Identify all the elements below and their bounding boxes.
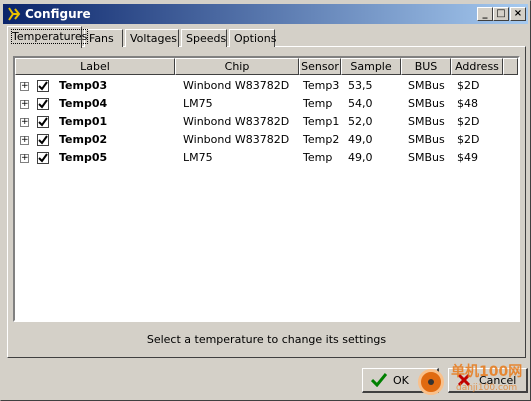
row-sample: 49,0 xyxy=(348,133,373,146)
row-checkbox[interactable] xyxy=(37,116,49,128)
ok-label: OK xyxy=(393,374,409,387)
row-label: Temp03 xyxy=(59,79,108,92)
row-checkbox[interactable] xyxy=(37,152,49,164)
checkmark-icon xyxy=(38,117,48,127)
minimize-button[interactable]: _ xyxy=(477,7,493,21)
watermark-logo-icon xyxy=(418,369,444,395)
tab-fans[interactable]: Fans xyxy=(84,29,123,47)
status-text: Select a temperature to change its setti… xyxy=(146,333,387,346)
row-sensor: Temp2 xyxy=(303,133,340,146)
row-bus: SMBus xyxy=(408,79,445,92)
row-checkbox[interactable] xyxy=(37,98,49,110)
tab-options[interactable]: Options xyxy=(229,29,276,47)
window-title: Configure xyxy=(25,7,91,21)
row-sensor: Temp1 xyxy=(303,115,340,128)
checkmark-icon xyxy=(38,135,48,145)
maximize-button[interactable]: □ xyxy=(493,7,509,21)
checkmark-icon xyxy=(38,81,48,91)
row-label: Temp05 xyxy=(59,151,108,164)
checkmark-icon xyxy=(38,99,48,109)
column-header-label[interactable]: Label xyxy=(15,58,175,75)
row-chip: Winbond W83782D xyxy=(183,79,290,92)
row-checkbox[interactable] xyxy=(37,80,49,92)
tab-speeds[interactable]: Speeds xyxy=(181,29,227,47)
checkmark-icon xyxy=(38,153,48,163)
row-sample: 54,0 xyxy=(348,97,373,110)
row-address: $49 xyxy=(457,151,478,164)
row-bus: SMBus xyxy=(408,115,445,128)
column-header-chip[interactable]: Chip xyxy=(175,58,299,75)
configure-window: Configure _ □ × Temperatures Fans Voltag… xyxy=(0,0,531,401)
column-header-sensor[interactable]: Sensor xyxy=(299,58,341,75)
column-header-filler xyxy=(503,58,518,75)
column-header-sample[interactable]: Sample xyxy=(341,58,401,75)
row-chip: Winbond W83782D xyxy=(183,115,290,128)
list-header: Label Chip Sensor Sample BUS Address xyxy=(15,58,518,75)
row-address: $2D xyxy=(457,133,480,146)
tab-strip: Temperatures Fans Voltages Speeds Option… xyxy=(7,26,527,48)
row-label: Temp02 xyxy=(59,133,108,146)
row-address: $48 xyxy=(457,97,478,110)
row-chip: LM75 xyxy=(183,97,213,110)
table-row[interactable]: + Temp02 Winbond W83782D Temp2 49,0 SMBu… xyxy=(15,131,518,149)
expand-icon[interactable]: + xyxy=(20,118,29,127)
row-chip: Winbond W83782D xyxy=(183,133,290,146)
row-sensor: Temp xyxy=(303,97,333,110)
table-row[interactable]: + Temp03 Winbond W83782D Temp3 53,5 SMBu… xyxy=(15,77,518,95)
app-icon xyxy=(8,7,21,21)
row-chip: LM75 xyxy=(183,151,213,164)
row-bus: SMBus xyxy=(408,97,445,110)
tab-temperatures[interactable]: Temperatures xyxy=(7,26,89,48)
row-bus: SMBus xyxy=(408,133,445,146)
table-row[interactable]: + Temp04 LM75 Temp 54,0 SMBus $48 xyxy=(15,95,518,113)
row-bus: SMBus xyxy=(408,151,445,164)
row-label: Temp04 xyxy=(59,97,108,110)
row-checkbox[interactable] xyxy=(37,134,49,146)
column-header-address[interactable]: Address xyxy=(451,58,503,75)
checkmark-icon xyxy=(371,373,387,387)
column-header-bus[interactable]: BUS xyxy=(401,58,451,75)
row-sample: 53,5 xyxy=(348,79,373,92)
expand-icon[interactable]: + xyxy=(20,82,29,91)
table-row[interactable]: + Temp01 Winbond W83782D Temp1 52,0 SMBu… xyxy=(15,113,518,131)
row-sample: 52,0 xyxy=(348,115,373,128)
watermark-text: 单机100网 xyxy=(451,364,523,380)
tab-voltages[interactable]: Voltages xyxy=(125,29,179,47)
close-button[interactable]: × xyxy=(510,7,526,21)
row-sensor: Temp3 xyxy=(303,79,340,92)
row-sample: 49,0 xyxy=(348,151,373,164)
temperature-list[interactable]: Label Chip Sensor Sample BUS Address + T… xyxy=(13,56,520,322)
title-bar[interactable]: Configure _ □ × xyxy=(3,4,528,24)
row-label: Temp01 xyxy=(59,115,108,128)
expand-icon[interactable]: + xyxy=(20,136,29,145)
expand-icon[interactable]: + xyxy=(20,100,29,109)
table-row[interactable]: + Temp05 LM75 Temp 49,0 SMBus $49 xyxy=(15,149,518,167)
watermark-url: danji100.com xyxy=(456,383,518,393)
row-sensor: Temp xyxy=(303,151,333,164)
row-address: $2D xyxy=(457,79,480,92)
expand-icon[interactable]: + xyxy=(20,154,29,163)
row-address: $2D xyxy=(457,115,480,128)
